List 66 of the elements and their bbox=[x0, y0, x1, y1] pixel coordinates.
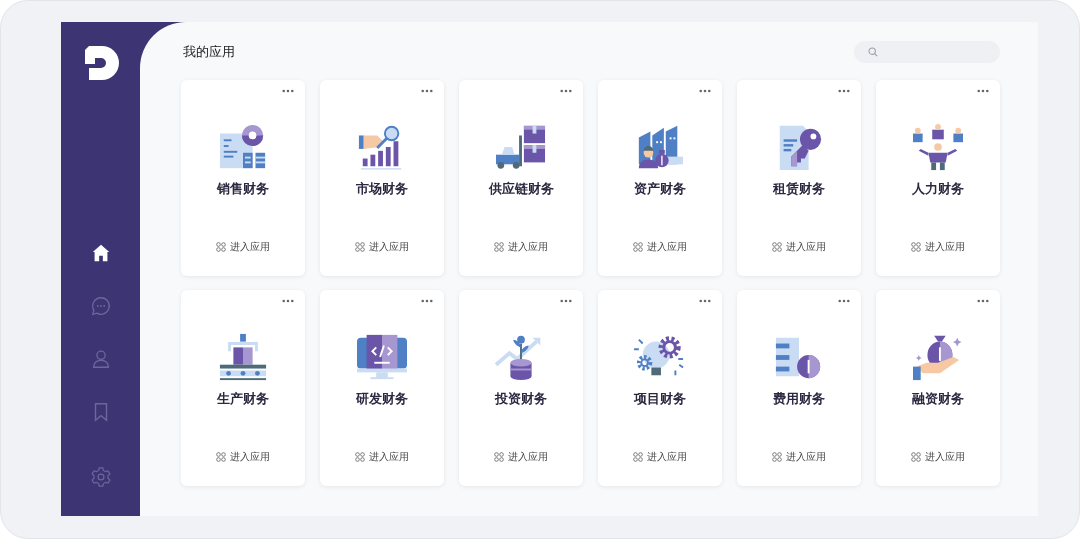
grid-icon bbox=[216, 452, 226, 462]
enter-app-link[interactable]: 进入应用 bbox=[633, 450, 687, 464]
enter-app-link[interactable]: 进入应用 bbox=[633, 240, 687, 254]
app-name: 研发财务 bbox=[356, 390, 408, 408]
app-name: 资产财务 bbox=[634, 180, 686, 198]
app-name: 供应链财务 bbox=[488, 180, 554, 198]
grid-icon bbox=[355, 452, 365, 462]
app-name: 人力财务 bbox=[912, 180, 964, 198]
app-card[interactable]: 市场财务 进入应用 bbox=[320, 80, 444, 276]
enter-app-link[interactable]: 进入应用 bbox=[911, 240, 965, 254]
app-card[interactable]: 项目财务 进入应用 bbox=[598, 290, 722, 486]
app-card[interactable]: 供应链财务 进入应用 bbox=[459, 80, 583, 276]
grid-icon bbox=[494, 242, 504, 252]
more-icon[interactable] bbox=[699, 299, 711, 303]
app-name: 租赁财务 bbox=[773, 180, 825, 198]
more-icon[interactable] bbox=[421, 299, 433, 303]
search-field[interactable] bbox=[854, 41, 1000, 63]
app-name: 销售财务 bbox=[217, 180, 269, 198]
enter-app-link[interactable]: 进入应用 bbox=[911, 450, 965, 464]
more-icon[interactable] bbox=[560, 89, 572, 93]
enter-app-link[interactable]: 进入应用 bbox=[216, 450, 270, 464]
grid-icon bbox=[911, 452, 921, 462]
more-icon[interactable] bbox=[699, 89, 711, 93]
grid-icon bbox=[633, 242, 643, 252]
app-card[interactable]: 人力财务 进入应用 bbox=[876, 80, 1000, 276]
enter-app-link[interactable]: 进入应用 bbox=[494, 240, 548, 254]
app-name: 生产财务 bbox=[217, 390, 269, 408]
enter-app-link[interactable]: 进入应用 bbox=[772, 240, 826, 254]
app-card[interactable]: 投资财务 进入应用 bbox=[459, 290, 583, 486]
app-name: 投资财务 bbox=[495, 390, 547, 408]
app-name: 项目财务 bbox=[634, 390, 686, 408]
app-card[interactable]: 租赁财务 进入应用 bbox=[737, 80, 861, 276]
grid-icon bbox=[494, 452, 504, 462]
enter-app-link[interactable]: 进入应用 bbox=[494, 450, 548, 464]
logo-icon bbox=[84, 46, 119, 80]
app-card[interactable]: 资产财务 进入应用 bbox=[598, 80, 722, 276]
more-icon[interactable] bbox=[421, 89, 433, 93]
chat-icon bbox=[89, 295, 112, 317]
more-icon[interactable] bbox=[560, 299, 572, 303]
more-icon[interactable] bbox=[282, 89, 294, 93]
search-icon bbox=[868, 47, 878, 57]
app-card[interactable]: 销售财务 进入应用 bbox=[181, 80, 305, 276]
app-name: 融资财务 bbox=[912, 390, 964, 408]
app-card[interactable]: 研发财务 进入应用 bbox=[320, 290, 444, 486]
page-title: 我的应用 bbox=[183, 43, 235, 61]
more-icon[interactable] bbox=[977, 89, 989, 93]
settings-icon bbox=[89, 466, 112, 488]
app-card[interactable]: 生产财务 进入应用 bbox=[181, 290, 305, 486]
app-name: 费用财务 bbox=[773, 390, 825, 408]
more-icon[interactable] bbox=[838, 299, 850, 303]
enter-app-link[interactable]: 进入应用 bbox=[355, 240, 409, 254]
enter-app-link[interactable]: 进入应用 bbox=[772, 450, 826, 464]
more-icon[interactable] bbox=[282, 299, 294, 303]
grid-icon bbox=[772, 452, 782, 462]
more-icon[interactable] bbox=[838, 89, 850, 93]
enter-app-link[interactable]: 进入应用 bbox=[216, 240, 270, 254]
enter-app-link[interactable]: 进入应用 bbox=[355, 450, 409, 464]
more-icon[interactable] bbox=[977, 299, 989, 303]
grid-icon bbox=[216, 242, 226, 252]
grid-icon bbox=[633, 452, 643, 462]
app-card[interactable]: 融资财务 进入应用 bbox=[876, 290, 1000, 486]
grid-icon bbox=[772, 242, 782, 252]
app-name: 市场财务 bbox=[356, 180, 408, 198]
grid-icon bbox=[355, 242, 365, 252]
grid-icon bbox=[911, 242, 921, 252]
app-card[interactable]: 费用财务 进入应用 bbox=[737, 290, 861, 486]
